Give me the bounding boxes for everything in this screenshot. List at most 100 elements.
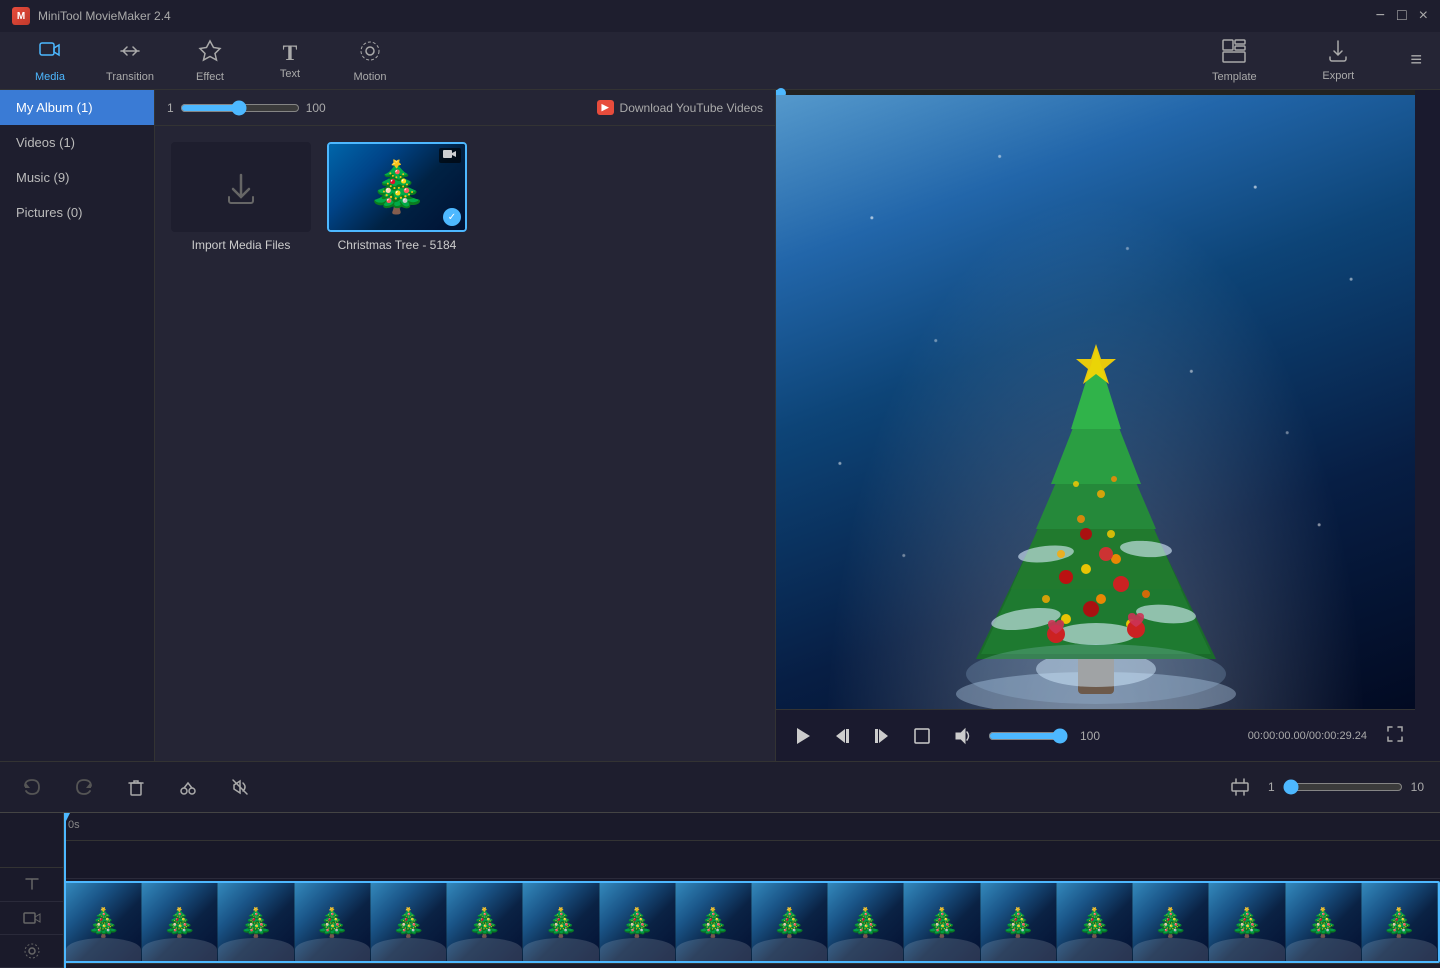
left-section: My Album (1) Videos (1) Music (9) Pictur… <box>0 90 775 761</box>
sidebar-item-videos[interactable]: Videos (1) <box>0 125 154 160</box>
minimize-button[interactable]: − <box>1376 8 1385 24</box>
detach-audio-button[interactable] <box>224 771 256 803</box>
close-button[interactable]: × <box>1419 8 1428 24</box>
tool-motion[interactable]: Motion <box>330 34 410 88</box>
export-icon <box>1326 39 1350 66</box>
toolbar-tools: Media Transition Effect T Text <box>10 34 1194 88</box>
cut-button[interactable] <box>172 771 204 803</box>
video-track[interactable] <box>64 881 1440 963</box>
tool-text[interactable]: T Text <box>250 34 330 88</box>
media-grid: Import Media Files ✓ Chris <box>155 126 775 761</box>
timeline-frame <box>981 883 1057 961</box>
timeline-frame <box>447 883 523 961</box>
text-track <box>64 841 1440 879</box>
fit-timeline-button[interactable] <box>1224 771 1256 803</box>
import-label: Import Media Files <box>192 238 291 252</box>
timeline-frame <box>676 883 752 961</box>
timeline-frame <box>1362 883 1438 961</box>
video-badge <box>439 148 461 163</box>
template-button[interactable]: Template <box>1194 34 1274 88</box>
timeline-frame <box>66 883 142 961</box>
timeline-frame <box>752 883 828 961</box>
volume-button[interactable] <box>948 722 976 750</box>
timeline-frame <box>904 883 980 961</box>
maximize-button[interactable]: □ <box>1397 8 1407 24</box>
fullscreen-small-button[interactable] <box>908 722 936 750</box>
sidebar-item-music[interactable]: Music (9) <box>0 160 154 195</box>
zoom-slider[interactable] <box>180 100 300 116</box>
step-forward-button[interactable] <box>868 722 896 750</box>
transition-icon <box>118 39 142 67</box>
media-item-import[interactable]: Import Media Files <box>171 142 311 745</box>
timeline-frame <box>1057 883 1133 961</box>
time-display: 00:00:00.00/00:00:29.24 <box>1248 730 1367 742</box>
volume-slider[interactable] <box>988 728 1068 744</box>
timeline-ruler: 0s <box>64 813 1440 841</box>
text-label: Text <box>280 68 300 80</box>
tool-media[interactable]: Media <box>10 34 90 88</box>
export-button[interactable]: Export <box>1298 34 1378 88</box>
tool-transition[interactable]: Transition <box>90 34 170 88</box>
timeline-frame <box>828 883 904 961</box>
preview-image <box>776 95 1415 709</box>
transition-label: Transition <box>106 71 154 83</box>
audio-track-empty <box>64 964 1440 968</box>
time-current: 00:00:00.00 <box>1248 730 1306 742</box>
delete-button[interactable] <box>120 771 152 803</box>
motion-icon <box>358 39 382 67</box>
effect-label: Effect <box>196 71 224 83</box>
media-panel: 1 100 ▶ Download YouTube Videos <box>155 90 775 761</box>
zoom-value: 100 <box>306 101 336 115</box>
text-icon: T <box>283 42 298 64</box>
import-thumb[interactable] <box>171 142 311 232</box>
playhead[interactable] <box>64 813 66 968</box>
tree-container <box>946 339 1246 709</box>
play-button[interactable] <box>788 722 816 750</box>
zoom-min-label: 1 <box>167 101 174 115</box>
timeline-frame <box>1133 883 1209 961</box>
audio-track-icon <box>0 935 63 968</box>
app-title: MiniTool MovieMaker 2.4 <box>38 9 171 23</box>
sidebar-item-pictures[interactable]: Pictures (0) <box>0 195 154 230</box>
scale-slider[interactable] <box>1283 779 1403 795</box>
media-icon <box>38 39 62 67</box>
timeline-frame <box>218 883 294 961</box>
titlebar-controls[interactable]: − □ × <box>1376 8 1428 24</box>
timeline-frame <box>371 883 447 961</box>
sidebar-item-my-album[interactable]: My Album (1) <box>0 90 154 125</box>
bottom-toolbar: 1 10 <box>0 761 1440 813</box>
scale-max-label: 10 <box>1411 780 1424 794</box>
ruler-0s-label: 0s <box>68 819 80 831</box>
ruler-spacer <box>0 845 63 868</box>
step-back-button[interactable] <box>828 722 856 750</box>
download-youtube-button[interactable]: ▶ Download YouTube Videos <box>597 100 763 115</box>
export-label: Export <box>1322 70 1354 82</box>
audio-track <box>64 963 1440 968</box>
template-label: Template <box>1212 71 1257 83</box>
media-item-xmas[interactable]: ✓ Christmas Tree - 5184 <box>327 142 467 745</box>
preview-video <box>776 95 1415 709</box>
toolbar: Media Transition Effect T Text <box>0 32 1440 90</box>
time-total: 00:00:29.24 <box>1309 730 1367 742</box>
youtube-icon: ▶ <box>597 100 614 115</box>
menu-button[interactable]: ≡ <box>1402 41 1430 80</box>
undo-button[interactable] <box>16 771 48 803</box>
xmas-thumb[interactable]: ✓ <box>327 142 467 232</box>
media-toolbar: 1 100 ▶ Download YouTube Videos <box>155 90 775 126</box>
download-yt-label: Download YouTube Videos <box>620 101 763 115</box>
fullscreen-button[interactable] <box>1387 726 1403 745</box>
timeline-frame <box>1286 883 1362 961</box>
sidebar: My Album (1) Videos (1) Music (9) Pictur… <box>0 90 155 761</box>
timeline-track-labels <box>0 813 64 968</box>
selected-checkmark: ✓ <box>443 208 461 226</box>
timeline-frame <box>600 883 676 961</box>
redo-button[interactable] <box>68 771 100 803</box>
media-label: Media <box>35 71 65 83</box>
preview-controls: 100 00:00:00.00/00:00:29.24 <box>776 709 1415 761</box>
tool-effect[interactable]: Effect <box>170 34 250 88</box>
timeline-frame <box>523 883 599 961</box>
template-icon <box>1221 38 1247 67</box>
effect-icon <box>198 39 222 67</box>
timeline-content[interactable]: 0s <box>64 813 1440 968</box>
scale-min-label: 1 <box>1268 780 1275 794</box>
